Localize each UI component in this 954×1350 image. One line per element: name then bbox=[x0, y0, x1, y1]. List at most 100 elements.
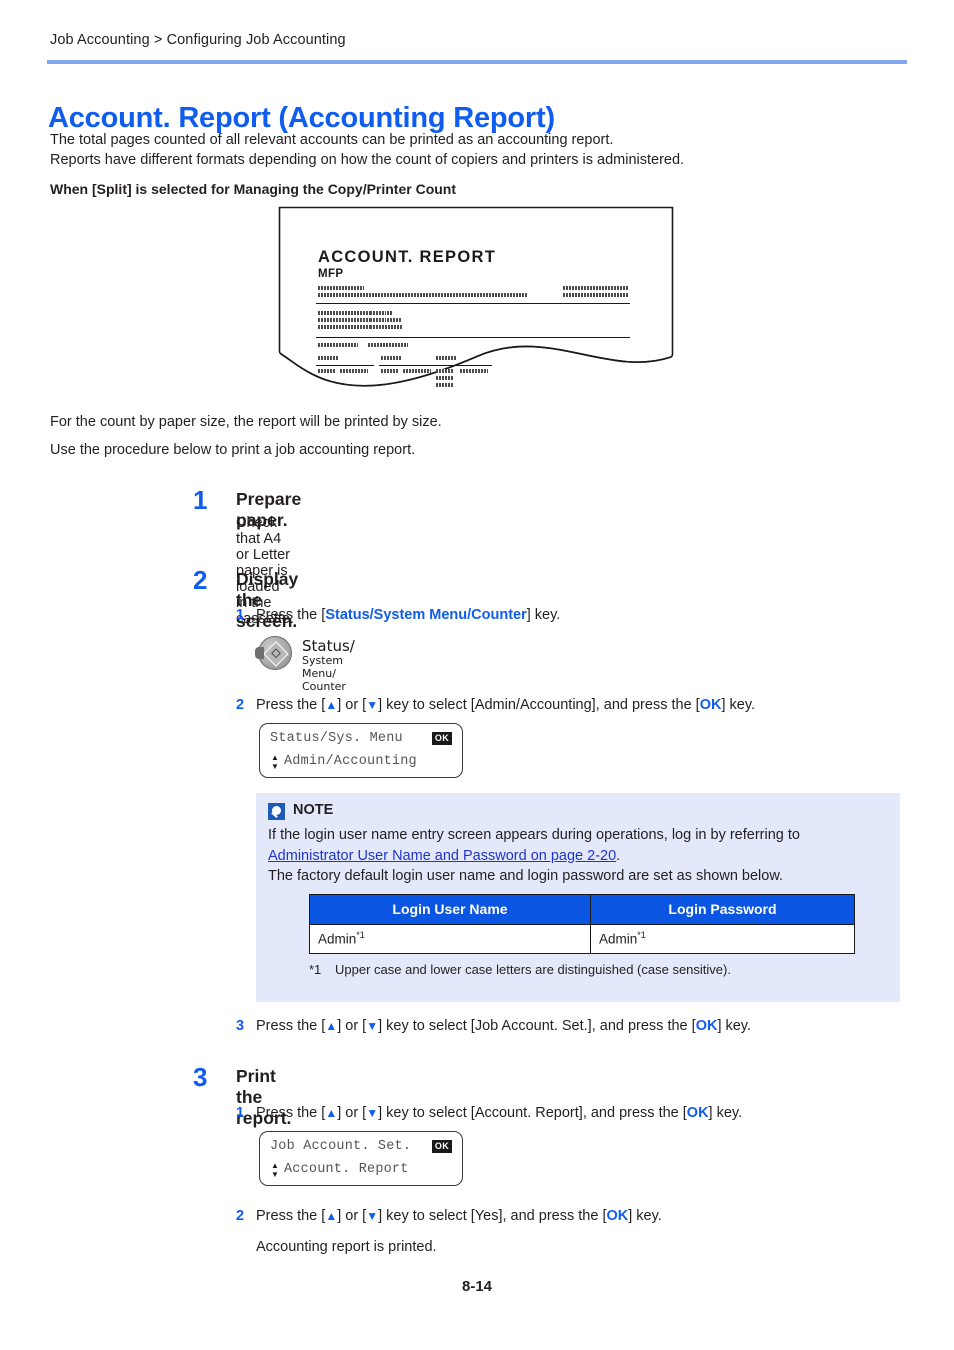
footnote-mark: *1 bbox=[309, 962, 322, 977]
column-header-login-user-name: Login User Name bbox=[309, 894, 591, 925]
account-report-illustration: ACCOUNT. REPORT MFP bbox=[278, 206, 674, 388]
page-number: 8-14 bbox=[461, 1278, 493, 1295]
report-placeholder-line bbox=[460, 369, 488, 373]
substep-2-2-b: ] or [ bbox=[337, 697, 367, 713]
substep-2-3-number: 3 bbox=[236, 1018, 245, 1034]
substep-3-2-text: Press the [▲] or [▼] key to select [Yes]… bbox=[256, 1208, 662, 1224]
intro-line-2: Reports have different formats depending… bbox=[50, 152, 685, 168]
report-paper-outline bbox=[278, 206, 674, 387]
report-placeholder-line bbox=[318, 318, 402, 322]
step-1-number: 1 bbox=[193, 485, 208, 515]
lcd-2-ok-badge: OK bbox=[431, 1140, 452, 1153]
report-placeholder-line bbox=[318, 356, 338, 360]
substep-2-3-text: Press the [▲] or [▼] key to select [Job … bbox=[256, 1018, 751, 1034]
breadcrumb: Job Accounting > Configuring Job Account… bbox=[50, 32, 346, 48]
report-placeholder-line bbox=[340, 369, 368, 373]
report-rule bbox=[316, 303, 630, 304]
note-line-1-end: . bbox=[616, 847, 621, 864]
report-placeholder-line bbox=[368, 343, 408, 347]
report-rule bbox=[434, 365, 492, 366]
note-title: NOTE bbox=[293, 802, 334, 818]
lcd-1-title: Status/Sys. Menu bbox=[270, 731, 403, 746]
lcd-2-title: Job Account. Set. bbox=[270, 1139, 412, 1154]
substep-2-2-c: ] key to select [Admin/Accounting], and … bbox=[378, 697, 700, 713]
key-label-sub: System Menu/Counter bbox=[302, 654, 346, 693]
ok-key-label: OK bbox=[699, 697, 722, 713]
paragraph-procedure: Use the procedure below to print a job a… bbox=[50, 442, 416, 458]
substep-3-1-text: Press the [▲] or [▼] key to select [Acco… bbox=[256, 1105, 742, 1121]
report-placeholder-line bbox=[318, 343, 358, 347]
paragraph-by-size: For the count by paper size, the report … bbox=[50, 414, 442, 430]
arrow-up-icon: ▲ bbox=[271, 1161, 279, 1170]
note-cross-reference-link[interactable]: Administrator User Name and Password on … bbox=[268, 848, 616, 864]
arrow-up-icon: ▲ bbox=[271, 753, 279, 762]
report-placeholder-line bbox=[381, 356, 401, 360]
table-header-row: Login User Name Login Password bbox=[309, 894, 856, 925]
lcd-1-selected-item: Admin/Accounting bbox=[284, 754, 417, 769]
report-placeholder-line bbox=[370, 318, 386, 322]
substep-3-2-d: ] key. bbox=[628, 1208, 662, 1224]
arrow-down-icon: ▼ bbox=[271, 1170, 279, 1179]
report-placeholder-line bbox=[370, 325, 402, 329]
report-placeholder-line bbox=[403, 369, 431, 373]
cell-login-password-value: Admin bbox=[598, 931, 638, 947]
lcd-1-ok-badge: OK bbox=[431, 732, 452, 745]
arrow-down-icon: ▼ bbox=[366, 698, 379, 712]
diamond-icon bbox=[263, 641, 289, 667]
intro-paragraph: The total pages counted of all relevant … bbox=[50, 130, 890, 170]
ok-key-label: OK bbox=[686, 1105, 709, 1121]
footnote-ref: *1 bbox=[637, 930, 646, 940]
note-body: If the login user name entry screen appe… bbox=[268, 825, 888, 887]
key-side-tab bbox=[255, 647, 264, 659]
arrow-up-icon: ▲ bbox=[325, 1209, 338, 1223]
lcd-screen-job-account-set: Job Account. Set. OK ▲ ▼ Account. Report bbox=[259, 1131, 463, 1186]
key-label-status: Status/ bbox=[302, 637, 355, 655]
substep-3-1-b: ] or [ bbox=[337, 1105, 367, 1121]
note-magnifier-icon bbox=[268, 803, 285, 820]
footnote-ref: *1 bbox=[356, 930, 365, 940]
report-placeholder-line bbox=[436, 369, 454, 373]
note-footnote: *1 Upper case and lower case letters are … bbox=[309, 962, 731, 977]
lcd-1-scroll-arrows: ▲ ▼ bbox=[270, 753, 280, 771]
substep-3-1-number: 1 bbox=[236, 1105, 245, 1121]
substep-2-3-c: ] key to select [Job Account. Set.], and… bbox=[378, 1018, 696, 1034]
lcd-2-scroll-arrows: ▲ ▼ bbox=[270, 1161, 280, 1179]
report-placeholder-line bbox=[370, 311, 386, 315]
substep-2-1-text: Press the [Status/System Menu/Counter] k… bbox=[256, 607, 560, 623]
substep-2-2-d: ] key. bbox=[721, 697, 756, 713]
diamond-inner-icon bbox=[271, 648, 281, 659]
substep-2-1-post: ] key. bbox=[526, 607, 561, 623]
substep-2-2-number: 2 bbox=[236, 697, 245, 713]
arrow-up-icon: ▲ bbox=[325, 1106, 338, 1120]
report-placeholder-line bbox=[563, 293, 629, 297]
lcd-screen-status-sys-menu: Status/Sys. Menu OK ▲ ▼ Admin/Accounting bbox=[259, 723, 463, 778]
note-callout: NOTE If the login user name entry screen… bbox=[256, 793, 900, 1002]
report-placeholder-line bbox=[436, 376, 454, 380]
substep-2-3-b: ] or [ bbox=[337, 1018, 367, 1034]
substep-2-1-number: 1 bbox=[236, 607, 245, 623]
report-rule bbox=[316, 337, 630, 338]
intro-subheading: When [Split] is selected for Managing th… bbox=[50, 181, 457, 197]
document-page: Job Accounting > Configuring Job Account… bbox=[0, 0, 954, 1350]
report-figure-title: ACCOUNT. REPORT bbox=[318, 248, 497, 266]
substep-3-1-a: Press the [ bbox=[256, 1105, 326, 1121]
substep-2-3-d: ] key. bbox=[717, 1018, 752, 1034]
header-rule bbox=[47, 60, 907, 64]
step-3-number: 3 bbox=[193, 1062, 208, 1092]
report-placeholder-line bbox=[436, 356, 456, 360]
report-rule bbox=[379, 365, 437, 366]
lcd-2-selected-item: Account. Report bbox=[284, 1162, 409, 1177]
report-rule bbox=[316, 365, 374, 366]
report-placeholder-line bbox=[318, 369, 336, 373]
substep-3-2-a: Press the [ bbox=[256, 1208, 326, 1224]
substep-3-2-c: ] key to select [Yes], and press the [ bbox=[378, 1208, 607, 1224]
note-line-1: If the login user name entry screen appe… bbox=[268, 827, 800, 843]
substep-3-1-d: ] key. bbox=[708, 1105, 743, 1121]
report-placeholder-line bbox=[436, 383, 454, 387]
cell-login-user-name: Admin*1 bbox=[309, 924, 591, 954]
default-credentials-table: Login User Name Login Password Admin*1 A… bbox=[309, 894, 856, 954]
cell-login-user-name-value: Admin bbox=[318, 931, 357, 947]
substep-3-2-number: 2 bbox=[236, 1208, 245, 1224]
arrow-down-icon: ▼ bbox=[366, 1019, 379, 1033]
column-header-login-password: Login Password bbox=[589, 894, 856, 925]
